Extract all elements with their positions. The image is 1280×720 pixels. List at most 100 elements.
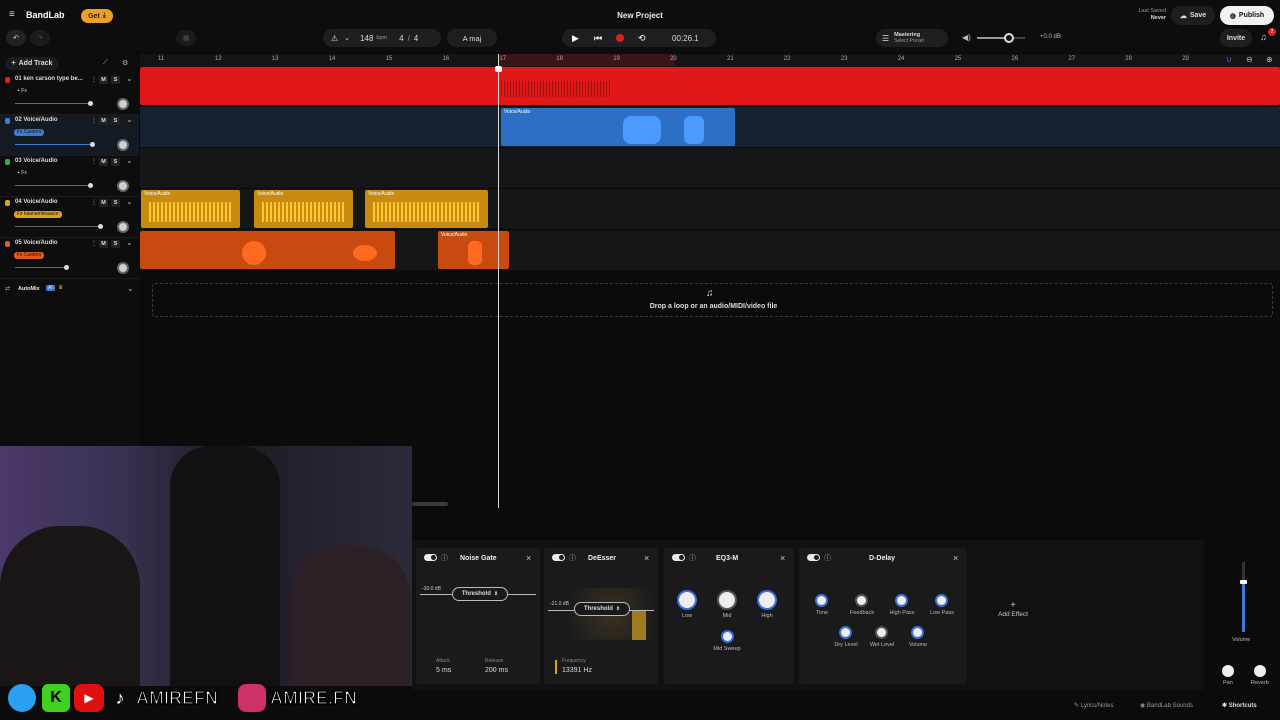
track-header[interactable]: 05 Voice/Audio Fx Custom ⋮ M S ⌄ — [0, 238, 139, 279]
snap-icon[interactable]: ∪ — [1226, 55, 1232, 64]
lane-1[interactable] — [140, 66, 1280, 107]
channel-volume-fader[interactable] — [1240, 562, 1247, 632]
key-selector[interactable]: A maj — [447, 29, 497, 47]
add-effect-button[interactable]: + Add Effect — [988, 600, 1038, 618]
track-header[interactable]: 03 Voice/Audio + Fx ⋮ M S ⌄ — [0, 156, 139, 197]
delay-highpass-knob[interactable] — [895, 594, 908, 607]
invite-button[interactable]: Invite — [1220, 29, 1252, 47]
audio-clip[interactable]: Voice/Audio — [141, 190, 240, 228]
track-volume-thumb[interactable] — [64, 265, 69, 270]
delay-dry-knob[interactable] — [839, 626, 852, 639]
fx-button[interactable]: Fx Custom — [14, 129, 45, 136]
info-icon[interactable]: ⓘ — [441, 553, 448, 563]
attack-value[interactable]: 5 ms — [436, 667, 451, 674]
audio-clip[interactable] — [140, 67, 1280, 105]
publish-button[interactable]: ◍ Publish — [1220, 6, 1274, 25]
delay-time-knob[interactable] — [815, 594, 828, 607]
solo-button[interactable]: S — [111, 158, 120, 166]
delay-volume-knob[interactable] — [911, 626, 924, 639]
lane-3[interactable] — [140, 148, 1280, 189]
track-options-icon[interactable]: ⚙ — [122, 59, 128, 67]
ddelay-toggle[interactable] — [807, 554, 820, 561]
track-header[interactable]: 01 ken carson type be... + Fx ⋮ M S ⌄ — [0, 74, 139, 115]
zoom-out-icon[interactable]: ⊖ — [1246, 55, 1253, 64]
record-icon[interactable] — [616, 34, 624, 42]
time-signature-denominator[interactable]: 4 — [414, 34, 418, 43]
track-volume-slider[interactable] — [15, 185, 91, 186]
track-pan-knob[interactable] — [117, 139, 129, 151]
track-volume-thumb[interactable] — [90, 142, 95, 147]
track-color-icon[interactable] — [5, 118, 10, 124]
timeline-ruler[interactable]: 11 12 13 14 15 16 17 18 19 20 21 22 23 24 25 26 27 28 29 ∪… — [140, 54, 1280, 66]
track-volume-slider[interactable] — [15, 226, 101, 227]
save-button[interactable]: ☁ Save — [1171, 6, 1215, 25]
automix-row[interactable]: ⇄ AutoMix AI ♛ ⌄ — [0, 282, 139, 296]
chevron-down-icon[interactable]: ⌄ — [126, 197, 133, 206]
track-pan-knob[interactable] — [117, 262, 129, 274]
skip-back-icon[interactable]: ⏮ — [594, 33, 602, 44]
threshold-handle[interactable]: Threshold ⇕ — [452, 587, 508, 601]
chevron-down-icon[interactable]: ⌄ — [127, 284, 134, 293]
track-header[interactable]: 02 Voice/Audio Fx Custom ⋮ M S ⌄ — [0, 115, 139, 156]
bandlab-sounds-button[interactable]: ◉ BandLab Sounds — [1140, 702, 1193, 709]
audio-clip[interactable]: Voice/Audio — [501, 108, 735, 146]
track-color-icon[interactable] — [5, 77, 10, 83]
close-icon[interactable]: × — [953, 553, 958, 563]
fx-button[interactable]: + Fx — [14, 170, 30, 177]
more-icon[interactable]: ⋮ — [91, 158, 97, 165]
deesser-toggle[interactable] — [552, 554, 565, 561]
add-track-button[interactable]: + Add Track — [5, 57, 59, 70]
track-name[interactable]: 03 Voice/Audio — [15, 158, 58, 164]
playhead-handle[interactable] — [495, 66, 502, 72]
redo-button[interactable]: ↷ — [30, 30, 50, 46]
track-color-icon[interactable] — [5, 241, 10, 247]
master-volume-thumb[interactable] — [1004, 33, 1014, 43]
more-icon[interactable]: ⋮ — [91, 76, 97, 83]
mute-button[interactable]: M — [99, 76, 108, 84]
chevron-down-icon[interactable]: ⌄ — [126, 74, 133, 83]
chevron-down-icon[interactable]: ⌄ — [344, 34, 350, 42]
tempo-control[interactable]: ⚠ ⌄ 148 bpm 4 / 4 — [323, 29, 441, 47]
track-volume-slider[interactable] — [15, 103, 91, 104]
play-icon[interactable]: ▶ — [572, 33, 579, 44]
mute-button[interactable]: M — [99, 158, 108, 166]
mute-button[interactable]: M — [99, 117, 108, 125]
solo-button[interactable]: S — [111, 117, 120, 125]
bandlab-logo[interactable]: BandLab — [26, 10, 65, 20]
chevron-down-icon[interactable]: ⌄ — [126, 238, 133, 247]
track-volume-thumb[interactable] — [88, 101, 93, 106]
lane-4[interactable]: Voice/Audio Voice/Audio Voice/Audio — [140, 189, 1280, 230]
speaker-icon[interactable]: ◀) — [962, 33, 971, 42]
lane-5[interactable]: Voice/Audio — [140, 230, 1280, 271]
metronome-icon[interactable]: ⚠ — [331, 34, 338, 43]
release-value[interactable]: 200 ms — [485, 667, 508, 674]
delay-wet-knob[interactable] — [875, 626, 888, 639]
magic-icon[interactable]: ⟋ — [103, 59, 108, 67]
mastering-button[interactable]: ☰ Mastering Select Preset — [876, 29, 948, 47]
track-name[interactable]: 04 Voice/Audio — [15, 199, 58, 205]
more-icon[interactable]: ⋮ — [91, 240, 97, 247]
mute-button[interactable]: M — [99, 240, 108, 248]
track-name[interactable]: 05 Voice/Audio — [15, 240, 58, 246]
fx-button[interactable]: Fx kaanamixsauce — [14, 211, 62, 218]
track-pan-knob[interactable] — [117, 221, 129, 233]
track-volume-slider[interactable] — [15, 267, 67, 268]
pan-knob[interactable] — [1222, 665, 1234, 677]
info-icon[interactable]: ⓘ — [824, 553, 831, 563]
project-title[interactable]: New Project — [600, 11, 680, 20]
loop-icon[interactable]: ⟲ — [638, 33, 646, 44]
close-icon[interactable]: × — [526, 553, 531, 563]
noise-gate-toggle[interactable] — [424, 554, 437, 561]
playhead[interactable] — [495, 54, 502, 508]
channel-volume-thumb[interactable] — [1240, 580, 1247, 584]
audio-clip[interactable] — [140, 231, 395, 269]
track-name[interactable]: 02 Voice/Audio — [15, 117, 58, 123]
lane-2[interactable]: Voice/Audio — [140, 107, 1280, 148]
more-icon[interactable]: ⋮ — [91, 117, 97, 124]
track-color-icon[interactable] — [5, 159, 10, 165]
fx-button[interactable]: + Fx — [14, 88, 30, 95]
eq-mid-knob[interactable] — [717, 590, 737, 610]
master-volume-slider[interactable] — [977, 33, 1025, 43]
bell-icon[interactable]: ♫ — [1260, 32, 1267, 42]
mute-button[interactable]: M — [99, 199, 108, 207]
